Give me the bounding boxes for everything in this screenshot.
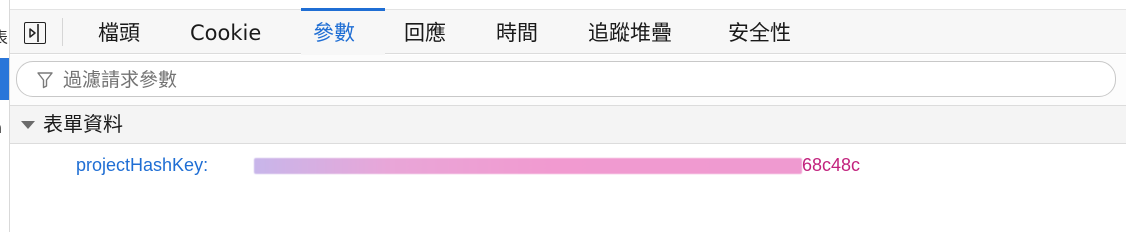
params-filter-bar: 過濾請求參數 [10,55,1126,106]
redacted-value [254,158,802,174]
form-data-section-header[interactable]: 表單資料 [10,106,1126,144]
sidebar-toggle-icon[interactable] [24,22,46,44]
tab-response[interactable]: 回應 [392,10,458,53]
details-tab-bar: 檔頭 Cookie 參數 回應 時間 追蹤堆疊 安全性 [10,8,1126,55]
param-row[interactable]: projectHashKey: 68c48c [10,146,1126,184]
tab-params[interactable]: 參數 [301,8,385,55]
network-details-panel: 表 n 檔頭 Cookie 參數 回應 時間 追蹤堆疊 安全性 過濾請求參數 [0,0,1126,232]
funnel-filter-icon [37,72,53,89]
selected-request-row[interactable] [0,58,9,100]
tab-security[interactable]: 安全性 [716,10,803,53]
filter-params-input[interactable]: 過濾請求參數 [16,61,1116,97]
tab-timings[interactable]: 時間 [484,10,550,53]
tab-stack-trace[interactable]: 追蹤堆疊 [576,10,684,53]
param-value[interactable]: 68c48c [802,154,860,176]
request-list-text-fragment: n [0,118,2,137]
tab-cookies[interactable]: Cookie [178,10,273,53]
param-key: projectHashKey: [76,155,209,175]
tab-headers[interactable]: 檔頭 [86,10,152,53]
form-data-section-title: 表單資料 [43,112,123,136]
request-list-text-fragment: 表 [0,24,8,48]
filter-placeholder: 過濾請求參數 [63,69,178,91]
toolbar-divider [62,18,63,46]
triangle-down-icon[interactable] [20,120,36,130]
request-list-edge: 表 n [0,0,10,232]
